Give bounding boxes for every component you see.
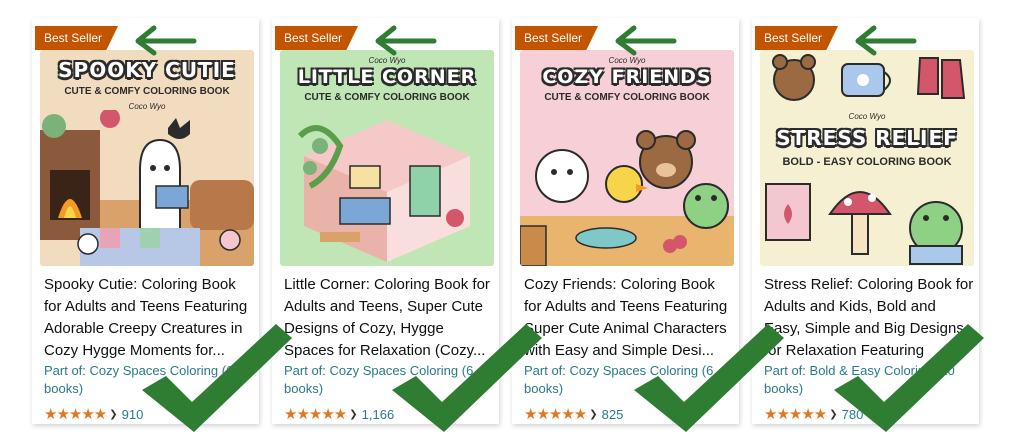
arrow-left-icon	[615, 25, 677, 56]
cover-subtitle: CUTE & COMFY COLORING BOOK	[64, 86, 230, 97]
check-mark-icon	[392, 324, 542, 432]
rating[interactable]: ★★★★★ ❯ 910	[44, 405, 143, 423]
cover-author: Coco Wyo	[608, 56, 646, 65]
cover-author: Coco Wyo	[848, 112, 886, 121]
arrow-left-icon	[375, 25, 437, 56]
cover-title: COZY FRIENDS	[542, 66, 712, 88]
check-mark-icon	[142, 324, 292, 432]
chevron-down-icon[interactable]: ❯	[349, 409, 357, 420]
book-cover-image[interactable]: Coco Wyo STRESS RELIEF BOLD - EASY COLOR…	[760, 50, 974, 266]
cover-subtitle: BOLD - EASY COLORING BOOK	[782, 156, 952, 168]
book-cover-image[interactable]: Coco Wyo COZY FRIENDS CUTE & COMFY COLOR…	[520, 50, 734, 266]
cover-subtitle: CUTE & COMFY COLORING BOOK	[304, 92, 470, 103]
arrow-left-icon	[855, 25, 917, 56]
cover-author: Coco Wyo	[368, 56, 406, 65]
cover-illustration	[520, 130, 734, 266]
chevron-down-icon[interactable]: ❯	[109, 409, 117, 420]
cover-illustration	[297, 120, 470, 262]
cover-illustration	[40, 110, 254, 266]
best-seller-badge: Best Seller	[755, 26, 839, 50]
cover-title: SPOOKY CUTIE	[58, 58, 236, 82]
cover-title: LITTLE CORNER	[297, 66, 477, 88]
best-seller-badge: Best Seller	[35, 26, 119, 50]
cover-illustration-top	[772, 54, 966, 101]
chevron-down-icon[interactable]: ❯	[589, 409, 597, 420]
best-seller-badge: Best Seller	[515, 26, 599, 50]
cover-title: STRESS RELIEF	[776, 126, 958, 150]
cover-subtitle: CUTE & COMFY COLORING BOOK	[544, 92, 710, 103]
book-cover-image[interactable]: Coco Wyo LITTLE CORNER CUTE & COMFY COLO…	[280, 50, 494, 266]
cover-illustration-bottom	[765, 183, 963, 265]
rating-count-link[interactable]: 825	[602, 407, 624, 422]
book-cover-image[interactable]: SPOOKY CUTIE CUTE & COMFY COLORING BOOK …	[40, 50, 254, 266]
check-mark-icon	[834, 324, 984, 432]
star-rating-icon: ★★★★★	[44, 406, 107, 423]
arrow-left-icon	[135, 25, 197, 56]
product-row: Best Seller SPOOKY CUTIE CUTE & COMFY CO…	[32, 18, 988, 436]
check-mark-icon	[634, 324, 784, 432]
rating[interactable]: ★★★★★ ❯ 1,166	[284, 405, 394, 423]
best-seller-badge: Best Seller	[275, 26, 359, 50]
